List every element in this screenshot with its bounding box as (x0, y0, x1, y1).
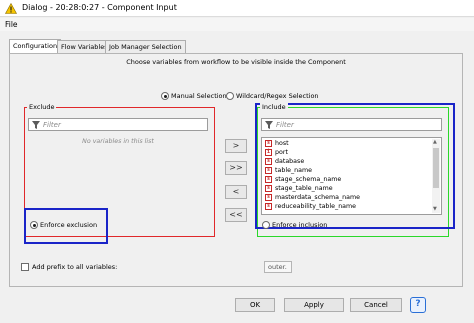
variable-type-icon: s (265, 158, 272, 165)
wildcard-selection-radio[interactable] (226, 92, 234, 100)
filter-icon (32, 121, 40, 129)
list-item[interactable]: s masterdata_schema_name (265, 193, 360, 202)
enforce-inclusion-label: Enforce inclusion (272, 221, 328, 229)
list-item[interactable]: i port (265, 148, 288, 157)
scroll-up-icon[interactable]: ▲ (433, 139, 437, 145)
manual-selection-radio[interactable] (161, 92, 169, 100)
tab-job-manager-selection[interactable]: Job Manager Selection (105, 40, 186, 53)
manual-selection-label: Manual Selection (171, 92, 227, 100)
enforce-exclusion-label: Enforce exclusion (40, 221, 98, 229)
window-title: Dialog - 20:28:0:27 - Component Input (22, 3, 177, 12)
add-prefix-label: Add prefix to all variables: (32, 263, 118, 271)
scroll-down-icon[interactable]: ▼ (433, 206, 437, 212)
list-item-label: port (275, 149, 288, 156)
enforce-exclusion-radio[interactable] (30, 221, 38, 229)
apply-button[interactable]: Apply (284, 298, 344, 312)
enforce-inclusion-radio[interactable] (262, 221, 270, 229)
filter-icon (265, 121, 273, 129)
include-filter-input[interactable]: Filter (261, 118, 442, 131)
exclude-filter-input[interactable]: Filter (28, 118, 208, 131)
variable-type-icon: s (265, 140, 272, 147)
include-filter-placeholder: Filter (276, 121, 294, 129)
list-item[interactable]: s stage_schema_name (265, 175, 341, 184)
prefix-input[interactable]: outer. (264, 261, 292, 273)
list-item-label: masterdata_schema_name (275, 194, 361, 201)
list-item-label: stage_table_name (275, 185, 333, 192)
list-item[interactable]: s host (265, 139, 289, 148)
scroll-thumb[interactable] (433, 148, 439, 188)
menu-bar (0, 18, 474, 31)
tab-configuration[interactable]: Configuration (9, 39, 62, 54)
warning-triangle-icon (5, 3, 17, 14)
menu-file[interactable]: File (5, 20, 18, 29)
variable-type-icon: i (265, 149, 272, 156)
include-list-scrollbar[interactable]: ▲ ▼ (432, 139, 440, 213)
variable-type-icon: s (265, 203, 272, 210)
list-item-label: host (275, 140, 289, 147)
list-item[interactable]: s database (265, 157, 304, 166)
list-item-label: stage_schema_name (275, 176, 342, 183)
list-item-label: database (275, 158, 305, 165)
include-title: Include (260, 103, 288, 111)
exclude-empty-text: No variables in this list (82, 138, 154, 145)
help-icon[interactable]: ? (410, 297, 426, 313)
variable-type-icon: s (265, 185, 272, 192)
variable-type-icon: s (265, 194, 272, 201)
list-item[interactable]: s reduceability_table_name (265, 202, 356, 211)
exclude-filter-placeholder: Filter (43, 121, 61, 129)
list-item-label: table_name (275, 167, 312, 174)
exclude-title: Exclude (27, 103, 57, 111)
tab-flow-variables[interactable]: Flow Variables (57, 40, 112, 53)
ok-button[interactable]: OK (235, 298, 275, 312)
list-item[interactable]: s stage_table_name (265, 184, 333, 193)
add-all-button[interactable]: >> (225, 161, 247, 175)
add-button[interactable]: > (225, 139, 247, 153)
remove-all-button[interactable]: << (225, 208, 247, 222)
cancel-button[interactable]: Cancel (350, 298, 402, 312)
instruction-text: Choose variables from workflow to be vis… (126, 58, 346, 66)
variable-type-icon: s (265, 167, 272, 174)
remove-button[interactable]: < (225, 185, 247, 199)
variable-type-icon: s (265, 176, 272, 183)
wildcard-selection-label: Wildcard/Regex Selection (236, 92, 319, 100)
list-item-label: reduceability_table_name (275, 203, 357, 210)
list-item[interactable]: s table_name (265, 166, 312, 175)
add-prefix-checkbox[interactable] (21, 263, 29, 271)
